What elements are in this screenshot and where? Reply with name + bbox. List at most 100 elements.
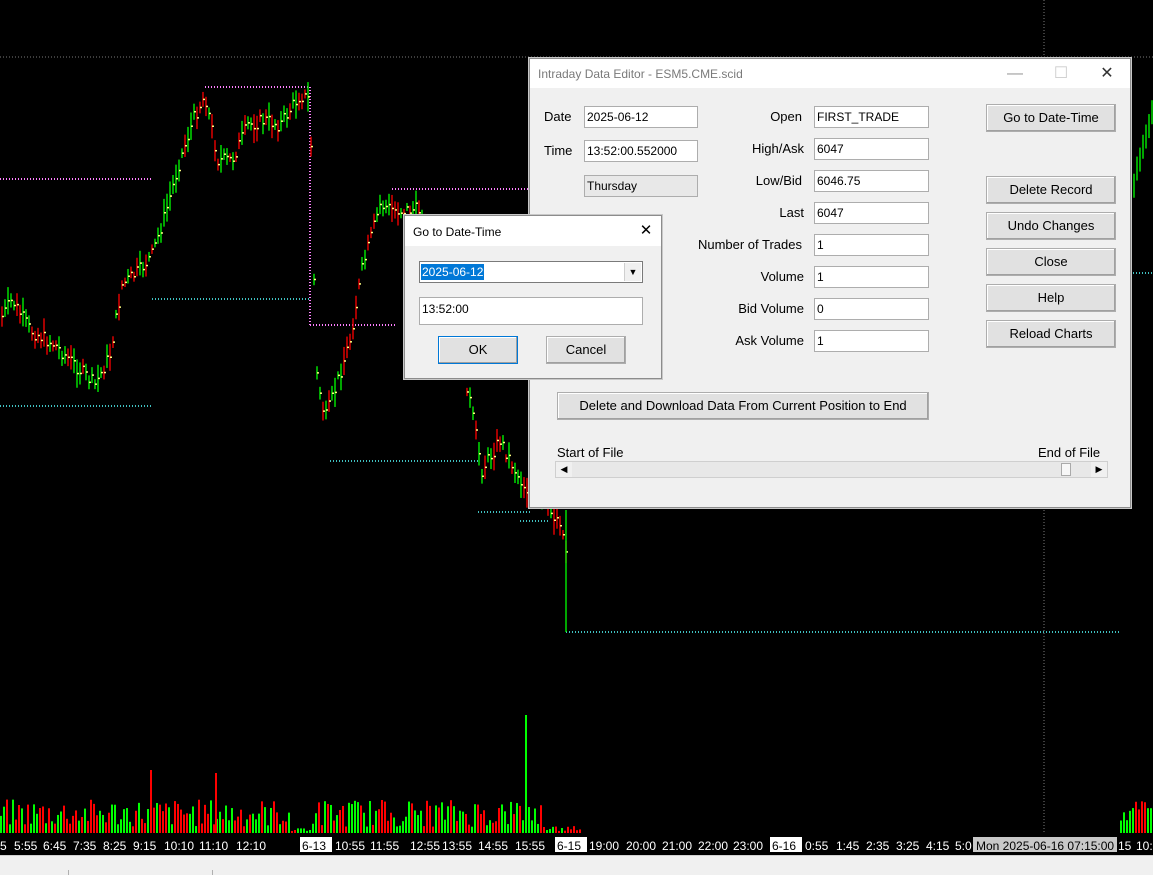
volume-bar [279,824,281,833]
volume-bar [417,815,419,833]
volume-bar [1120,820,1122,833]
volume-bar [255,819,257,833]
volume-bar [483,810,485,833]
axis-time-label: 5:0 [955,839,972,853]
editor-titlebar[interactable]: Intraday Data Editor - ESM5.CME.scid — ☐… [530,59,1130,88]
number-of-trades-label: Number of Trades [697,237,802,252]
volume-field[interactable]: 1 [814,266,929,288]
dialog-titlebar[interactable]: Go to Date-Time ✕ [405,216,661,246]
volume-bar [480,813,482,833]
volume-bar [159,804,161,833]
end-of-file-label: End of File [1038,445,1101,460]
volume-bar [24,824,26,833]
volume-bar [240,809,242,833]
volume-bar [12,799,14,833]
volume-bar [75,810,77,833]
number-of-trades-field[interactable]: 1 [814,234,929,256]
volume-bar [126,808,128,833]
volume-bar [252,813,254,833]
date-combobox[interactable]: 2025-06-12 ▼ [419,261,643,283]
volume-bar [9,824,11,833]
volume-bar [1126,820,1128,833]
volume-bar [177,803,179,833]
delete-and-download-button[interactable]: Delete and Download Data From Current Po… [557,392,929,420]
volume-bar [171,824,173,833]
volume-bar [1138,809,1140,833]
volume-bar [123,809,125,833]
ok-button[interactable]: OK [438,336,518,364]
volume-bar [498,807,500,833]
axis-time-label: 11:55 [370,839,399,853]
volume-bar [99,810,101,833]
file-position-scrollbar[interactable]: ◀ ▶ [555,461,1108,478]
volume-bar [213,824,215,833]
axis-time-label: 15:55 [515,839,545,853]
close-icon[interactable]: ✕ [1084,59,1130,88]
volume-bar [324,801,326,833]
volume-bar [45,823,47,833]
volume-bar [243,826,245,833]
scroll-left-icon[interactable]: ◀ [556,462,572,477]
volume-bar [342,805,344,833]
volume-bar [570,829,572,833]
delete-record-button[interactable]: Delete Record [986,176,1116,204]
volume-bar [420,810,422,833]
scroll-right-icon[interactable]: ▶ [1091,462,1107,477]
help-button[interactable]: Help [986,284,1116,312]
volume-bar [228,820,230,833]
volume-bar [429,805,431,833]
volume-bar [162,811,164,833]
volume-bar [111,804,113,833]
close-button[interactable]: Close [986,248,1116,276]
volume-bar [288,812,290,833]
volume-bar [282,820,284,833]
bid-volume-field[interactable]: 0 [814,298,929,320]
time-input[interactable]: 13:52:00 [419,297,643,325]
axis-time-label: 10:55 [335,839,365,853]
volume-bar [105,822,107,833]
volume-bar [555,826,557,833]
go-to-date-time-button[interactable]: Go to Date-Time [986,104,1116,132]
axis-time-label: 3:25 [896,839,920,853]
dialog-close-icon[interactable]: ✕ [631,216,661,246]
volume-bar [357,802,359,833]
last-field[interactable]: 6047 [814,202,929,224]
volume-bar [396,826,398,833]
volume-bar [366,826,368,833]
volume-bar [564,830,566,833]
axis-time-label: 22:00 [698,839,728,853]
date-combobox-value: 2025-06-12 [421,264,485,280]
volume-bar [468,824,470,833]
volume-bar [15,819,17,833]
volume-bar [456,820,458,833]
axis-time-label: 10:10 [164,839,194,853]
volume-bar [543,827,545,833]
cancel-button[interactable]: Cancel [546,336,626,364]
ask-volume-field[interactable]: 1 [814,330,929,352]
volume-bar [147,809,149,833]
volume-bar [63,805,65,833]
volume-bar [435,805,437,833]
volume-bar [81,817,83,833]
undo-changes-button[interactable]: Undo Changes [986,212,1116,240]
scroll-thumb[interactable] [1061,463,1071,476]
minimize-icon[interactable]: — [992,59,1038,88]
volume-bar [414,810,416,833]
volume-bar [87,820,89,833]
volume-bar [1150,808,1152,833]
volume-bar [474,804,476,833]
start-of-file-label: Start of File [557,445,624,460]
open-field[interactable]: FIRST_TRADE [814,106,929,128]
volume-bar [6,799,8,833]
volume-bar [309,829,311,833]
volume-bar [390,812,392,833]
reload-charts-button[interactable]: Reload Charts [986,320,1116,348]
volume-bar [261,801,263,833]
low-bid-field[interactable]: 6046.75 [814,170,929,192]
chevron-down-icon[interactable]: ▼ [624,263,641,281]
high-ask-field[interactable]: 6047 [814,138,929,160]
ask-volume-label: Ask Volume [735,333,804,348]
volume-bar [204,804,206,833]
volume-bar [33,804,35,833]
volume-bar [3,806,5,833]
